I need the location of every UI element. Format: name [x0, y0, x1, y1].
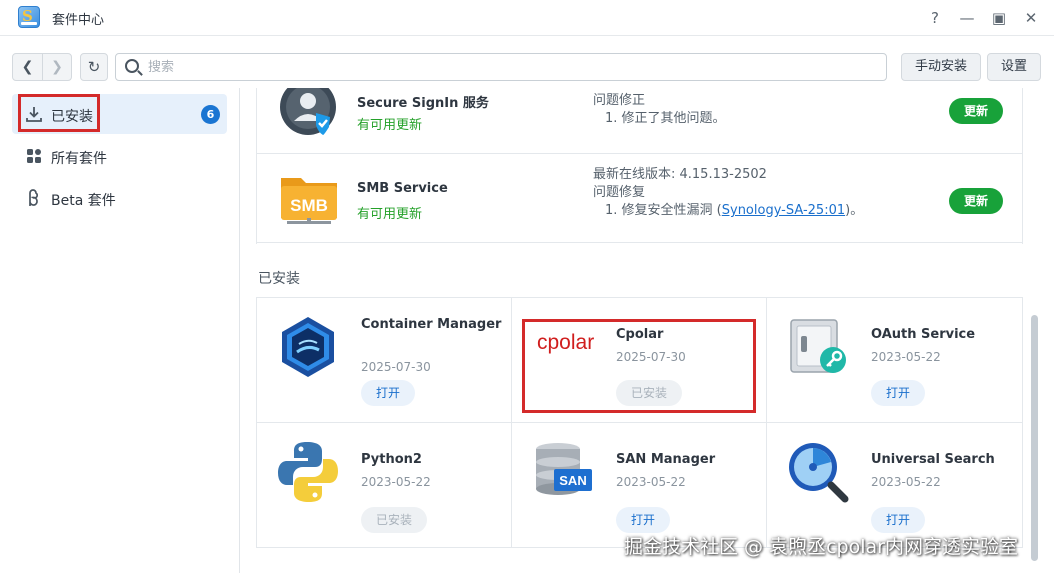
- refresh-icon: ↻: [87, 58, 101, 76]
- package-center-icon: S: [18, 6, 40, 28]
- package-name: Universal Search: [871, 452, 995, 467]
- latest-version: 最新在线版本: 4.15.13-2502: [593, 167, 767, 182]
- package-name: SMB Service: [357, 181, 448, 196]
- update-button[interactable]: 更新: [949, 188, 1003, 214]
- sidebar: 已安装 6 所有套件 Beta 套件: [0, 88, 240, 573]
- chevron-left-icon[interactable]: ❮: [13, 54, 42, 80]
- close-icon[interactable]: ✕: [1020, 7, 1042, 29]
- advisory-link[interactable]: Synology-SA-25:01: [722, 203, 845, 218]
- install-date: 2023-05-22: [616, 475, 686, 489]
- package-name: Python2: [361, 452, 422, 467]
- smb-icon-text: SMB: [290, 196, 328, 215]
- help-icon[interactable]: ?: [924, 7, 946, 29]
- chevron-right-icon[interactable]: ❯: [42, 54, 71, 80]
- install-date: 2023-05-22: [871, 475, 941, 489]
- universal-search-icon: [785, 439, 851, 505]
- count-badge: 6: [201, 105, 220, 124]
- open-button[interactable]: 打开: [871, 507, 925, 533]
- package-name: Container Manager: [361, 317, 502, 332]
- installed-button: 已安装: [361, 507, 427, 533]
- secure-signin-icon: [278, 88, 340, 139]
- update-status: 有可用更新: [357, 118, 423, 133]
- installed-section-title: 已安装: [258, 271, 300, 287]
- notes-heading: 问题修复: [593, 185, 646, 200]
- package-tile[interactable]: OAuth Service 2023-05-22 打开: [767, 298, 1023, 423]
- notes-heading: 问题修正: [593, 93, 646, 108]
- manual-install-button[interactable]: 手动安装: [901, 53, 981, 81]
- package-tile[interactable]: SAN SAN Manager 2023-05-22 打开: [512, 423, 767, 548]
- package-center-window: S 套件中心 ? — ▣ ✕ ❮ ❯ ↻ 手动安装 设置 已安装 6 所有套件: [0, 0, 1054, 573]
- package-name: OAuth Service: [871, 327, 976, 342]
- minimize-icon[interactable]: —: [956, 7, 978, 29]
- notes-text: 1. 修复安全性漏洞 (: [605, 203, 722, 218]
- beta-icon: [25, 189, 43, 207]
- cpolar-logo-overlay: cpolar: [537, 331, 595, 354]
- update-row: Secure SignIn 服务 有可用更新 问题修正 1. 修正了其他问题。 …: [257, 88, 1022, 154]
- grid-icon: [25, 147, 43, 165]
- highlight-box: [18, 94, 100, 132]
- open-button[interactable]: 打开: [871, 380, 925, 406]
- sidebar-item-label: Beta 套件: [51, 193, 116, 209]
- package-tile[interactable]: Universal Search 2023-05-22 打开: [767, 423, 1023, 548]
- oauth-safe-icon: [785, 314, 851, 380]
- title-bar: S 套件中心 ? — ▣ ✕: [0, 0, 1054, 36]
- history-nav: ❮ ❯: [12, 53, 72, 81]
- install-date: 2025-07-30: [361, 360, 431, 374]
- san-icon-text: SAN: [559, 473, 586, 488]
- package-name: SAN Manager: [616, 452, 716, 467]
- notes-item: 1. 修复安全性漏洞 (Synology-SA-25:01)。: [593, 202, 863, 220]
- search-icon: [125, 59, 139, 73]
- install-date: 2023-05-22: [871, 350, 941, 364]
- python-icon: [275, 439, 341, 505]
- search-box[interactable]: [115, 53, 887, 81]
- sidebar-item-label: 所有套件: [51, 151, 107, 167]
- window-title: 套件中心: [52, 13, 105, 28]
- watermark: 掘金技术社区 @ 袁煦丞cpolar内网穿透实验室: [624, 536, 1018, 558]
- maximize-icon[interactable]: ▣: [988, 7, 1010, 29]
- update-row: SMB SMB Service 有可用更新 最新在线版本: 4.15.13-25…: [257, 154, 1022, 243]
- scrollbar[interactable]: [1031, 315, 1038, 561]
- smb-icon: SMB: [279, 168, 339, 228]
- install-date: 2023-05-22: [361, 475, 431, 489]
- update-button[interactable]: 更新: [949, 98, 1003, 124]
- san-manager-icon: SAN: [530, 439, 596, 505]
- package-tile[interactable]: Container Manager 2025-07-30 打开: [257, 298, 512, 423]
- search-input[interactable]: [148, 58, 868, 76]
- update-status: 有可用更新: [357, 207, 423, 222]
- open-button[interactable]: 打开: [361, 380, 415, 406]
- package-tile[interactable]: Python2 2023-05-22 已安装: [257, 423, 512, 548]
- notes-item: 1. 修正了其他问题。: [605, 111, 726, 126]
- open-button[interactable]: 打开: [616, 507, 670, 533]
- sidebar-item-beta[interactable]: Beta 套件: [12, 178, 227, 218]
- container-manager-icon: [275, 314, 341, 380]
- refresh-button[interactable]: ↻: [80, 53, 108, 81]
- release-notes: 问题修正 1. 修正了其他问题。: [593, 92, 726, 128]
- sidebar-item-all-packages[interactable]: 所有套件: [12, 136, 227, 176]
- package-name: Secure SignIn 服务: [357, 96, 489, 111]
- release-notes: 最新在线版本: 4.15.13-2502 问题修复 1. 修复安全性漏洞 (Sy…: [593, 166, 863, 220]
- updates-card: Secure SignIn 服务 有可用更新 问题修正 1. 修正了其他问题。 …: [256, 88, 1023, 244]
- settings-button[interactable]: 设置: [987, 53, 1041, 81]
- notes-text: )。: [845, 203, 864, 218]
